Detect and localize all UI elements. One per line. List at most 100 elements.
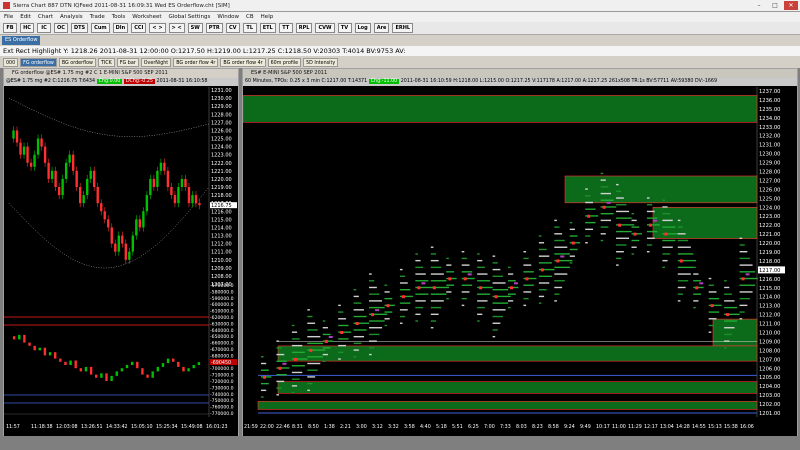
tab-bg-orderflow[interactable]: BG orderflow xyxy=(58,58,96,67)
close-button[interactable]: ✕ xyxy=(784,1,798,10)
tab-overnight[interactable]: OverNight xyxy=(140,58,172,67)
left-time-tick: 11:57 xyxy=(6,424,20,430)
right-poc-marker xyxy=(726,313,730,317)
right-chart-svg[interactable]: 1237.00 1236.00 1235.00 1234.00 1233.00 1232.… xyxy=(243,87,797,436)
menu-help[interactable]: Help xyxy=(261,14,274,20)
toolbar-button-are[interactable]: Are xyxy=(373,23,390,33)
left-chart-window[interactable]: FG orderflow @ES# 1.75 mg #2 C 1 E-MINI … xyxy=(3,68,239,436)
menu-trade[interactable]: Trade xyxy=(90,14,105,20)
toolbar-button-tt[interactable]: TT xyxy=(278,23,293,33)
toolbar-button-hc[interactable]: HC xyxy=(20,23,34,33)
right-price-tick: 1227.00 xyxy=(759,178,780,184)
right-tpo-row xyxy=(662,219,673,222)
toolbar-button-din[interactable]: DIn xyxy=(112,23,129,33)
toolbar-button-tl[interactable]: TL xyxy=(242,23,257,33)
menu-window[interactable]: Window xyxy=(217,14,239,20)
right-tpo-row xyxy=(322,327,328,329)
right-tpo-row xyxy=(415,300,426,302)
right-price-tick: 1203.00 xyxy=(759,393,780,399)
toolbar-button-fb[interactable]: FB xyxy=(3,23,17,33)
right-tpo-row xyxy=(415,280,429,282)
menu-tools[interactable]: Tools xyxy=(112,14,126,20)
right-tpo-row xyxy=(646,217,658,219)
left-chart-svg[interactable]: 1231.00 1230.00 1229.00 1228.00 1227.00 1226.… xyxy=(4,87,238,436)
toolbar-button-cv[interactable]: CV xyxy=(225,23,240,33)
right-poc-marker xyxy=(386,304,390,308)
toolbar-button-expand[interactable]: < > xyxy=(149,23,166,33)
right-time-tick: 7:33 xyxy=(500,424,511,430)
right-tpo-row xyxy=(708,304,722,307)
toolbar-button-oc[interactable]: OC xyxy=(54,23,68,33)
tab-fg-orderflow[interactable]: FG orderflow xyxy=(20,58,57,67)
chartbook-tab[interactable]: ES Orderflow xyxy=(2,36,41,45)
menu-file[interactable]: File xyxy=(4,14,13,20)
right-tpo-row xyxy=(399,282,408,284)
right-time-tick: 2:21 xyxy=(340,424,351,430)
toolbar-button-cum[interactable]: Cum xyxy=(91,23,110,33)
toolbar-button-sw[interactable]: SW xyxy=(187,23,203,33)
right-tpo-row xyxy=(384,297,393,300)
minimize-button[interactable]: – xyxy=(752,1,766,10)
right-tpo-row xyxy=(739,284,756,286)
toolbar-button-erhl[interactable]: ERHL xyxy=(392,23,414,33)
toolbar-button-cci[interactable]: CCI xyxy=(131,23,147,33)
left-delta-bar xyxy=(151,371,154,378)
right-tpo-row xyxy=(353,302,362,304)
toolbar-button-compress[interactable]: > < xyxy=(168,23,185,33)
left-delta-tick: -660000.0 xyxy=(210,341,234,347)
right-poc-marker xyxy=(340,331,344,334)
right-chart-title[interactable]: ES# E-MINI S&P 500 SEP 2011 xyxy=(243,69,797,78)
right-tpo-row xyxy=(646,237,655,239)
toolbar-button-dts[interactable]: DTS xyxy=(71,23,89,33)
tab-tick[interactable]: TICK xyxy=(97,58,115,67)
menu-edit[interactable]: Edit xyxy=(20,14,31,20)
right-tpo-row xyxy=(724,300,735,302)
right-tpo-row xyxy=(646,204,653,206)
right-tpo-row xyxy=(739,257,750,260)
right-tpo-row xyxy=(369,286,377,289)
tab-60m-profile[interactable]: 60m profile xyxy=(267,58,302,67)
right-poc-marker xyxy=(648,223,652,227)
right-price-tick: 1231.00 xyxy=(759,143,780,149)
tab-bg-order-flow-4r-2[interactable]: BG order flow 4r xyxy=(220,58,266,67)
toolbar-button-rpl[interactable]: RPL xyxy=(295,23,313,33)
tab-5d-intensity[interactable]: 5D Intensity xyxy=(303,58,339,67)
left-delta-tick: -710000.0 xyxy=(210,373,234,379)
left-delta-tick: -720000.0 xyxy=(210,379,234,385)
right-chart-window[interactable]: ES# E-MINI S&P 500 SEP 2011 60 Minutes, … xyxy=(242,68,798,436)
right-tpo-row xyxy=(477,273,488,275)
right-tpo-row xyxy=(291,391,295,394)
toolbar-button-ptr[interactable]: PTR xyxy=(205,23,223,33)
tab-000[interactable]: 000 xyxy=(3,58,19,67)
right-tpo-row xyxy=(338,318,346,320)
left-delta-bar xyxy=(28,342,31,346)
right-tpo-row xyxy=(662,206,668,208)
right-tpo-row xyxy=(353,289,357,291)
right-price-tick: 1218.00 xyxy=(759,259,780,265)
toolbar-button-cvw[interactable]: CVW xyxy=(315,23,335,33)
menu-chart[interactable]: Chart xyxy=(38,14,53,20)
toolbar-button-log[interactable]: Log xyxy=(354,23,371,33)
menu-worksheet[interactable]: Worksheet xyxy=(132,14,161,20)
toolbar-button-ic[interactable]: IC xyxy=(37,23,51,33)
right-va-marker xyxy=(745,273,750,276)
left-chart-title[interactable]: FG orderflow @ES# 1.75 mg #2 C 1 E-MINI … xyxy=(4,69,238,78)
left-delta-bar xyxy=(79,368,83,372)
right-tpo-row xyxy=(693,266,696,269)
left-candle-body xyxy=(124,243,127,260)
left-price-tick: 1218.00 xyxy=(211,193,232,199)
right-tpo-row xyxy=(585,242,588,244)
tab-bg-order-flow-4r[interactable]: BG order flow 4r xyxy=(173,58,219,67)
right-tpo-row xyxy=(600,212,614,215)
menu-analysis[interactable]: Analysis xyxy=(60,14,83,20)
tab-fg-bar[interactable]: FG bar xyxy=(116,58,139,67)
menu-global-settings[interactable]: Global Settings xyxy=(169,14,211,20)
maximize-button[interactable]: □ xyxy=(768,1,782,10)
toolbar-button-tv[interactable]: TV xyxy=(337,23,352,33)
menu-cb[interactable]: CB xyxy=(246,14,254,20)
toolbar-button-etl[interactable]: ETL xyxy=(259,23,276,33)
left-price-tick: 1229.00 xyxy=(211,104,232,110)
left-price-tick: 1225.00 xyxy=(211,137,232,143)
right-time-tick: 8:31 xyxy=(292,424,303,430)
left-candle-body xyxy=(61,178,64,196)
